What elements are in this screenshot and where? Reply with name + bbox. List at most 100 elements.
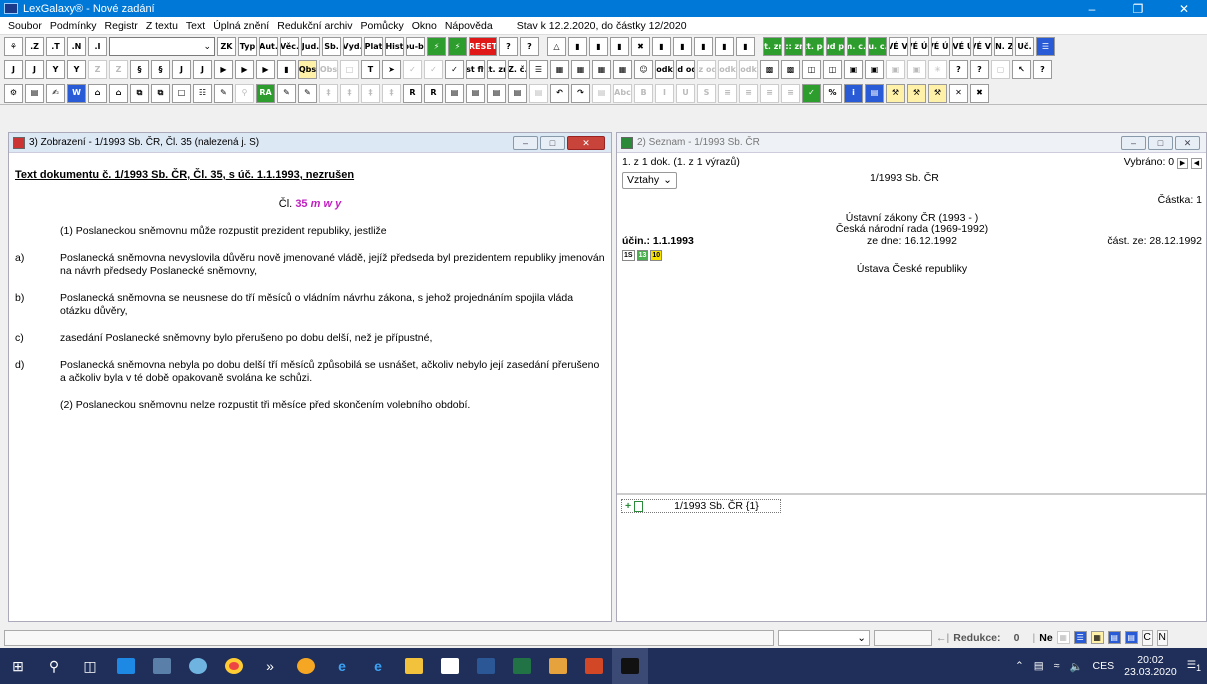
edge-icon[interactable]: e bbox=[324, 648, 360, 684]
app-1-icon[interactable] bbox=[108, 648, 144, 684]
info2-icon[interactable]: i bbox=[844, 83, 863, 103]
document-name[interactable]: Ústava České republiky bbox=[622, 263, 1202, 276]
zm-cd-button[interactable]: Zm. c.d. bbox=[847, 37, 866, 56]
check-icon[interactable]: ✓ bbox=[403, 60, 422, 79]
app-3-icon[interactable] bbox=[180, 648, 216, 684]
column-icon[interactable]: ▮ bbox=[277, 60, 296, 79]
split-icon[interactable]: ◫ bbox=[802, 60, 821, 79]
txt-zms2-button[interactable]: Tx:: zmš bbox=[784, 37, 803, 56]
copy-icon[interactable]: ⧉ bbox=[130, 83, 149, 103]
home-icon[interactable]: ⌂ bbox=[88, 83, 107, 103]
doc-nav-8-icon[interactable]: ▮ bbox=[736, 37, 755, 56]
percent-icon[interactable]: % bbox=[823, 83, 842, 103]
maximize-icon[interactable]: ❐ bbox=[1115, 2, 1161, 16]
menu-napoveda[interactable]: Nápověda bbox=[441, 20, 497, 32]
print-preview-icon[interactable]: ▤ bbox=[25, 83, 44, 103]
nove-vyd-q-button[interactable]: NOVÉ VYD? bbox=[973, 37, 992, 56]
nav-3-icon[interactable]: ▶ bbox=[256, 60, 275, 79]
pane-close-icon[interactable]: ✕ bbox=[567, 135, 605, 150]
redux2-icon[interactable]: R bbox=[424, 83, 443, 103]
status-icon-2[interactable]: ☰ bbox=[1073, 631, 1087, 644]
menu-z-textu[interactable]: Z textu bbox=[142, 20, 182, 32]
sezn-zkr-button[interactable]: SEZN. ZKR. bbox=[994, 37, 1013, 56]
sb-button[interactable]: Sb. bbox=[322, 37, 341, 56]
windows-start-icon[interactable]: ⊞ bbox=[0, 648, 36, 684]
lexgalaxy-taskbar-icon[interactable] bbox=[612, 648, 648, 684]
check2-icon[interactable]: ✓ bbox=[424, 60, 443, 79]
app-2-icon[interactable] bbox=[144, 648, 180, 684]
z-up-button[interactable]: Z bbox=[109, 60, 128, 79]
mark4-icon[interactable]: ‡ bbox=[382, 83, 401, 103]
volume-icon[interactable]: 🔈 bbox=[1069, 660, 1082, 673]
menu-registr[interactable]: Registr bbox=[101, 20, 142, 32]
odk-next-button[interactable]: odk bbox=[718, 60, 737, 79]
split2-icon[interactable]: ◫ bbox=[823, 60, 842, 79]
mark-icon[interactable]: ‡ bbox=[319, 83, 338, 103]
network-icon[interactable]: ▤ bbox=[1034, 660, 1044, 672]
check-grid-icon[interactable]: ✓ bbox=[802, 83, 821, 103]
asterisk-icon[interactable]: ✳ bbox=[928, 60, 947, 79]
odk-prev-button[interactable]: odk bbox=[739, 60, 758, 79]
list-pane-close-icon[interactable]: ✕ bbox=[1175, 135, 1200, 150]
language-indicator[interactable]: CES bbox=[1093, 660, 1115, 672]
txt-pos-button[interactable]: Txt. poš bbox=[805, 37, 824, 56]
tree-item[interactable]: + 1/1993 Sb. ČR {1} bbox=[621, 499, 781, 513]
article-letters[interactable]: m w y bbox=[311, 198, 342, 210]
tag-1s[interactable]: 1S bbox=[622, 250, 635, 261]
align-right-icon[interactable]: ≡ bbox=[760, 83, 779, 103]
lightning-multi-icon[interactable]: ⚡ bbox=[448, 37, 467, 56]
home2-icon[interactable]: ⌂ bbox=[109, 83, 128, 103]
aut-button[interactable]: Aut. bbox=[259, 37, 278, 56]
jud-pr-button[interactable]: Jud pr. bbox=[826, 37, 845, 56]
tree-icon[interactable]: ▦ bbox=[550, 60, 569, 79]
menu-okno[interactable]: Okno bbox=[408, 20, 441, 32]
notification-icon[interactable]: ☰1 bbox=[1187, 659, 1201, 673]
akt-zn-button[interactable]: Akt. zn.§ bbox=[487, 60, 506, 79]
store-icon[interactable] bbox=[432, 648, 468, 684]
z-field-button[interactable]: .Z bbox=[25, 37, 44, 56]
help-uz-icon[interactable]: ? bbox=[1033, 60, 1052, 79]
settings-icon[interactable]: ⚙ bbox=[4, 83, 23, 103]
layout4-icon[interactable]: ▤ bbox=[508, 83, 527, 103]
paste-icon[interactable]: ▤ bbox=[592, 83, 611, 103]
img-icon[interactable]: ▢ bbox=[991, 60, 1010, 79]
jud-button[interactable]: Jud. bbox=[301, 37, 320, 56]
next-icon[interactable]: ▶ bbox=[1177, 158, 1189, 169]
doc-icon[interactable]: □ bbox=[340, 60, 359, 79]
az-cp-button[interactable]: A.Z. č.p. bbox=[508, 60, 527, 79]
arrow-icon[interactable]: ➤ bbox=[382, 60, 401, 79]
nove-vyd-button[interactable]: NOVÉ VYD. bbox=[889, 37, 908, 56]
doc-nav-7-icon[interactable]: ▮ bbox=[715, 37, 734, 56]
doc-nav-1-icon[interactable]: ▮ bbox=[568, 37, 587, 56]
tools2-icon[interactable]: ⚒ bbox=[907, 83, 926, 103]
abc-button[interactable]: Abc bbox=[613, 83, 632, 103]
frame4-icon[interactable]: ▣ bbox=[907, 60, 926, 79]
export-icon[interactable]: ✍ bbox=[46, 83, 65, 103]
menu-soubor[interactable]: Soubor bbox=[4, 20, 46, 32]
edit-icon[interactable]: ✎ bbox=[277, 83, 296, 103]
status-icon-3[interactable]: ▦ bbox=[1090, 631, 1104, 644]
grid-icon[interactable]: ▩ bbox=[760, 60, 779, 79]
doc-nav-4-icon[interactable]: ▮ bbox=[652, 37, 671, 56]
strike-button[interactable]: S bbox=[697, 83, 716, 103]
chevron-up-icon[interactable]: ⌃ bbox=[1015, 660, 1024, 672]
query-number-icon[interactable]: ? bbox=[520, 37, 539, 56]
uc-button[interactable]: Uč. bbox=[1015, 37, 1034, 56]
tree3-icon[interactable]: ▦ bbox=[592, 60, 611, 79]
word-taskbar-icon[interactable] bbox=[468, 648, 504, 684]
i-field-button[interactable]: .I bbox=[88, 37, 107, 56]
doc-nav-3-icon[interactable]: ▮ bbox=[610, 37, 629, 56]
mark2-icon[interactable]: ‡ bbox=[340, 83, 359, 103]
page-icon[interactable]: □ bbox=[172, 83, 191, 103]
search-icon[interactable]: ⚲ bbox=[36, 648, 72, 684]
edit2-icon[interactable]: ✎ bbox=[298, 83, 317, 103]
close-icon[interactable]: ✕ bbox=[1161, 2, 1207, 16]
obs-button[interactable]: Obs bbox=[319, 60, 338, 79]
tag-10[interactable]: 10 bbox=[650, 250, 663, 261]
reset-button[interactable]: RESET bbox=[469, 37, 497, 56]
check3-icon[interactable]: ✓ bbox=[445, 60, 464, 79]
close-x-icon[interactable]: ✕ bbox=[949, 83, 968, 103]
wifi-icon[interactable]: ≈ bbox=[1054, 660, 1060, 672]
j-up-button[interactable]: J bbox=[25, 60, 44, 79]
align-left-icon[interactable]: ≡ bbox=[718, 83, 737, 103]
